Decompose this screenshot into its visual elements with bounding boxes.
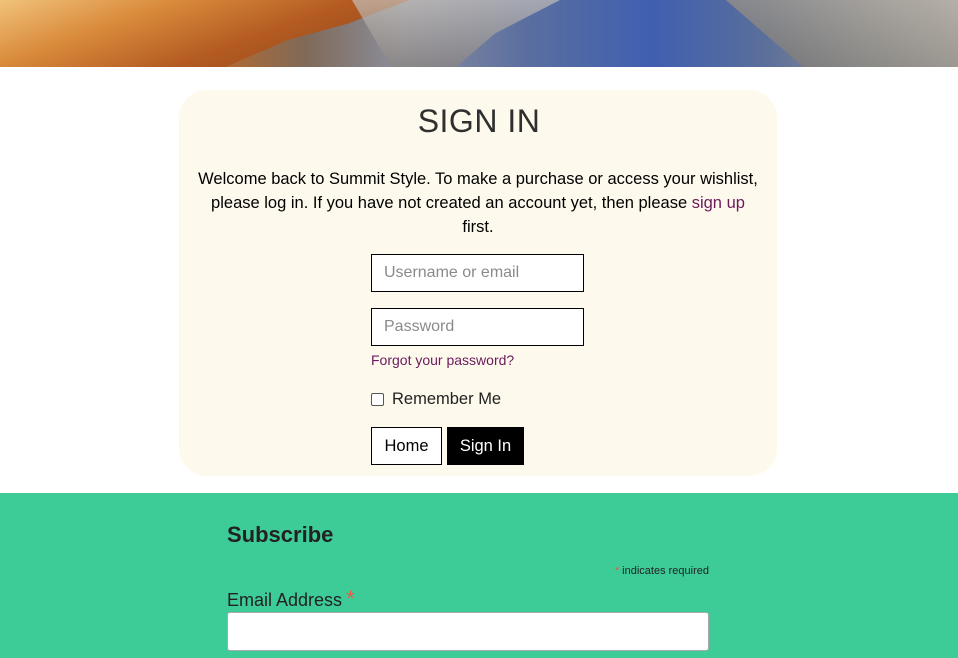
password-field-wrapper: [371, 308, 584, 346]
email-address-input[interactable]: [228, 613, 708, 650]
hero-banner-image: [0, 0, 958, 67]
signin-intro: Welcome back to Summit Style. To make a …: [195, 167, 761, 239]
checkbox-unchecked-icon[interactable]: [371, 393, 384, 406]
intro-suffix: first.: [462, 218, 494, 236]
signin-button[interactable]: Sign In: [447, 427, 524, 465]
email-field-wrapper: [227, 612, 709, 651]
required-note-text: indicates required: [622, 565, 709, 577]
required-star: *: [614, 565, 620, 577]
signup-link[interactable]: sign up: [692, 194, 745, 212]
username-input[interactable]: [372, 255, 583, 291]
email-label-text: Email Address: [227, 590, 343, 610]
username-field-wrapper: [371, 254, 584, 292]
page-title: SIGN IN: [417, 103, 541, 139]
remember-me-row: Remember Me: [371, 390, 501, 409]
hero-rock-left: [0, 0, 410, 67]
home-button[interactable]: Home: [371, 427, 442, 465]
forgot-password-link[interactable]: Forgot your password?: [371, 352, 514, 368]
intro-text: Welcome back to Summit Style. To make a …: [198, 170, 758, 212]
remember-me-label[interactable]: Remember Me: [392, 390, 501, 409]
required-note: * indicates required: [540, 565, 709, 577]
hero-rock-right: [725, 0, 958, 67]
password-input[interactable]: [372, 309, 583, 345]
email-required-star: *: [346, 586, 355, 611]
email-label: Email Address *: [227, 586, 355, 612]
subscribe-title: Subscribe: [227, 522, 334, 547]
